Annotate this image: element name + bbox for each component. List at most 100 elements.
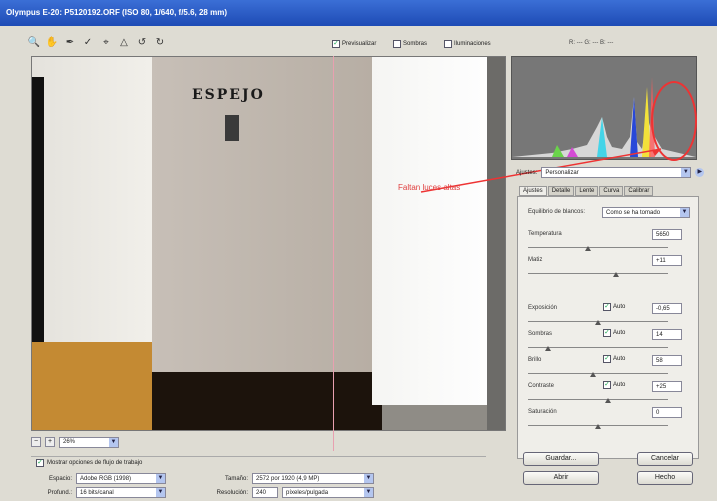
zoom-icon[interactable]: 🔍 xyxy=(28,36,40,48)
crop-icon[interactable]: ⌖ xyxy=(100,36,112,48)
contrast-slider-thumb[interactable] xyxy=(605,398,611,403)
image-preview[interactable]: ESPEJO xyxy=(31,56,506,431)
color-sampler-icon[interactable]: ✓ xyxy=(82,36,94,48)
photo-orange-base xyxy=(32,342,167,430)
chevron-down-icon: ▼ xyxy=(681,168,691,177)
photo-right-wall xyxy=(372,57,487,405)
tab-calibrar[interactable]: Calibrar xyxy=(624,186,654,196)
hand-icon[interactable]: ✋ xyxy=(46,36,58,48)
highlights-clipping-label: Iluminaciones xyxy=(454,41,491,47)
show-workflow-checkbox-box[interactable]: ✓ xyxy=(36,459,44,467)
preview-label: Previsualizar xyxy=(342,41,377,47)
settings-preset-select[interactable]: Personalizar ▼ xyxy=(541,167,692,178)
done-button[interactable]: Hecho xyxy=(637,471,693,485)
shadows-input[interactable]: 14 xyxy=(652,329,682,340)
highlights-checkbox-box[interactable] xyxy=(444,40,452,48)
tint-slider[interactable] xyxy=(528,273,668,274)
brightness-auto-box[interactable]: ✓ xyxy=(603,355,611,363)
saturation-label: Saturación xyxy=(528,409,557,415)
photo-plaque xyxy=(225,115,239,141)
settings-menu-icon[interactable]: ▶ xyxy=(695,168,705,177)
resolution-input[interactable]: 240 xyxy=(252,487,278,498)
rotate-right-icon[interactable]: ↻ xyxy=(154,36,166,48)
size-select[interactable]: 2572 por 1920 (4,9 MP) ▼ xyxy=(252,473,374,484)
highlights-clipping-checkbox[interactable]: Iluminaciones xyxy=(444,40,491,48)
tab-curva[interactable]: Curva xyxy=(599,186,624,196)
space-select[interactable]: Adobe RGB (1998) ▼ xyxy=(76,473,166,484)
temperature-slider[interactable] xyxy=(528,247,668,248)
exposure-auto-box[interactable]: ✓ xyxy=(603,303,611,311)
shadows-checkbox-box[interactable] xyxy=(393,40,401,48)
eyedropper-icon[interactable]: ✒ xyxy=(64,36,76,48)
contrast-auto-checkbox[interactable]: ✓ Auto xyxy=(603,381,625,389)
chevron-down-icon: ▼ xyxy=(156,488,165,497)
exposure-auto-checkbox[interactable]: ✓ Auto xyxy=(603,303,625,311)
scan-artifact-line xyxy=(333,56,334,451)
size-row: Tamaño: 2572 por 1920 (4,9 MP) ▼ xyxy=(206,473,374,484)
brightness-slider-thumb[interactable] xyxy=(590,372,596,377)
tab-ajustes[interactable]: Ajustes xyxy=(519,186,547,196)
tint-input[interactable]: +11 xyxy=(652,255,682,266)
shadows-auto-box[interactable]: ✓ xyxy=(603,329,611,337)
resolution-unit-select[interactable]: píxeles/pulgada ▼ xyxy=(282,487,374,498)
photo-right-edge xyxy=(487,57,505,430)
shadows-slider-thumb[interactable] xyxy=(545,346,551,351)
white-balance-select[interactable]: Como se ha tomado ▼ xyxy=(602,207,690,218)
chevron-down-icon: ▼ xyxy=(156,474,165,483)
settings-preset-label: Ajustes: xyxy=(516,169,538,176)
zoom-in-button[interactable]: + xyxy=(45,437,55,447)
show-workflow-checkbox[interactable]: ✓ Mostrar opciones de flujo de trabajo xyxy=(36,459,142,467)
save-button[interactable]: Guardar... xyxy=(523,452,599,466)
depth-value: 16 bits/canal xyxy=(80,489,114,496)
preview-checkbox-box[interactable]: ✓ xyxy=(332,40,340,48)
saturation-input[interactable]: 0 xyxy=(652,407,682,418)
exposure-input[interactable]: -0,65 xyxy=(652,303,682,314)
straighten-icon[interactable]: △ xyxy=(118,36,130,48)
chevron-down-icon: ▼ xyxy=(364,488,373,497)
tab-lente[interactable]: Lente xyxy=(575,186,599,196)
exposure-auto-label: Auto xyxy=(613,304,626,310)
saturation-slider-thumb[interactable] xyxy=(595,424,601,429)
workflow-options: ✓ Mostrar opciones de flujo de trabajo E… xyxy=(31,456,486,498)
annotation-text: Faltan luces altas xyxy=(398,183,461,192)
depth-select[interactable]: 16 bits/canal ▼ xyxy=(76,487,166,498)
settings-tabs: Ajustes Detalle Lente Curva Calibrar xyxy=(519,186,654,196)
chevron-down-icon: ▼ xyxy=(364,474,373,483)
adjust-panel: Equilibrio de blancos: Como se ha tomado… xyxy=(517,196,699,459)
brightness-auto-checkbox[interactable]: ✓ Auto xyxy=(603,355,625,363)
zoom-select[interactable]: 26% ▼ xyxy=(59,436,119,448)
chevron-down-icon: ▼ xyxy=(680,208,689,217)
contrast-label: Contraste xyxy=(528,383,555,389)
shadows-clipping-checkbox[interactable]: Sombras xyxy=(393,40,427,48)
shadows-auto-checkbox[interactable]: ✓ Auto xyxy=(603,329,625,337)
resolution-unit: píxeles/pulgada xyxy=(286,489,329,496)
zoom-controls: − + 26% ▼ xyxy=(31,435,119,449)
zoom-value: 26% xyxy=(63,439,76,445)
tint-slider-thumb[interactable] xyxy=(613,272,619,277)
exposure-slider-thumb[interactable] xyxy=(595,320,601,325)
contrast-input[interactable]: +25 xyxy=(652,381,682,392)
contrast-auto-box[interactable]: ✓ xyxy=(603,381,611,389)
rotate-left-icon[interactable]: ↺ xyxy=(136,36,148,48)
zoom-out-button[interactable]: − xyxy=(31,437,41,447)
size-value: 2572 por 1920 (4,9 MP) xyxy=(256,475,320,482)
camera-raw-window: 🔍 ✋ ✒ ✓ ⌖ △ ↺ ↻ ✓ Previsualizar Sombras … xyxy=(0,26,717,501)
white-balance-label: Equilibrio de blancos: xyxy=(528,209,586,215)
exposure-label: Exposición xyxy=(528,305,558,311)
contrast-slider[interactable] xyxy=(528,399,668,400)
shadows-clipping-label: Sombras xyxy=(403,41,428,47)
brightness-label: Brillo xyxy=(528,357,542,363)
temperature-label: Temperatura xyxy=(528,231,562,237)
resolution-value: 240 xyxy=(256,489,267,496)
temperature-slider-thumb[interactable] xyxy=(585,246,591,251)
brightness-input[interactable]: 58 xyxy=(652,355,682,366)
cancel-button[interactable]: Cancelar xyxy=(637,452,693,466)
temperature-input[interactable]: 5650 xyxy=(652,229,682,240)
preview-checkbox[interactable]: ✓ Previsualizar xyxy=(332,40,376,48)
brightness-slider[interactable] xyxy=(528,373,668,374)
open-button[interactable]: Abrir xyxy=(523,471,599,485)
resolution-row: Resolución: 240 píxeles/pulgada ▼ xyxy=(206,487,374,498)
space-value: Adobe RGB (1998) xyxy=(80,475,132,482)
depth-label: Profund.: xyxy=(47,489,72,496)
tab-detalle[interactable]: Detalle xyxy=(547,186,575,196)
